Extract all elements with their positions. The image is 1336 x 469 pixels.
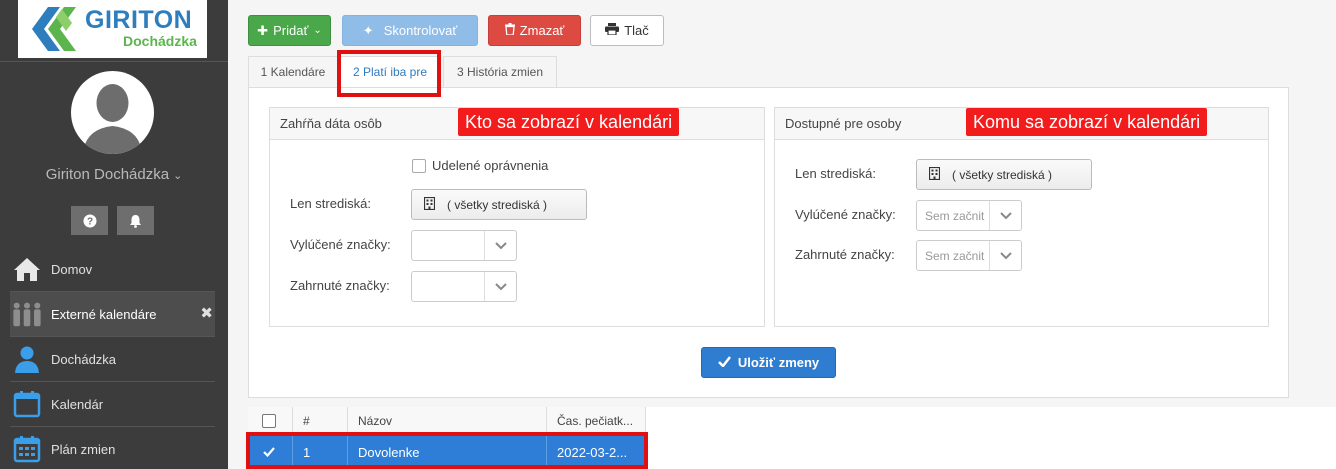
save-label: Uložiť zmeny bbox=[737, 355, 820, 370]
delete-button[interactable]: Zmazať bbox=[488, 15, 581, 46]
building-icon bbox=[928, 166, 941, 183]
included-tags-label: Zahrnuté značky: bbox=[795, 247, 895, 262]
plus-icon: ✚ bbox=[257, 22, 269, 38]
calendar-grid-icon bbox=[12, 434, 42, 464]
select-all-checkbox[interactable] bbox=[262, 414, 276, 428]
chevron-down-icon[interactable] bbox=[989, 201, 1021, 230]
add-label: Pridať bbox=[273, 23, 309, 38]
add-button[interactable]: ✚ Pridať ⌄ bbox=[248, 15, 331, 46]
sidebar-item-label: Externé kalendáre bbox=[51, 306, 157, 322]
sidebar-item-external-calendars[interactable]: Externé kalendáre ✖ bbox=[10, 292, 215, 337]
giriton-logo-icon bbox=[32, 7, 76, 51]
home-icon bbox=[12, 254, 42, 284]
chevron-down-icon[interactable] bbox=[484, 272, 516, 301]
granted-permissions-checkbox[interactable] bbox=[412, 159, 426, 173]
user-icon bbox=[12, 344, 42, 374]
centers-label: Len strediská: bbox=[795, 166, 876, 181]
sidebar: GIRITON Dochádzka Giriton Dochádzka ⌄ ? D… bbox=[0, 0, 228, 469]
centers-label: Len strediská: bbox=[290, 196, 371, 211]
excluded-tags-label: Vylúčené značky: bbox=[290, 237, 391, 252]
notifications-button[interactable] bbox=[117, 206, 154, 235]
svg-text:?: ? bbox=[86, 216, 92, 227]
user-menu[interactable]: Giriton Dochádzka ⌄ bbox=[0, 166, 228, 183]
question-icon: ? bbox=[83, 214, 96, 227]
sidebar-divider bbox=[0, 61, 228, 62]
excluded-tags-select[interactable]: Sem začnit bbox=[916, 200, 1022, 231]
centers-value: ( všetky strediská ) bbox=[447, 197, 548, 212]
calendar-icon bbox=[12, 389, 42, 419]
checkbox-label: Udelené oprávnenia bbox=[432, 158, 549, 173]
chevron-down-icon: ⌄ bbox=[313, 25, 322, 36]
included-tags-select[interactable] bbox=[411, 271, 517, 302]
building-icon bbox=[423, 196, 436, 213]
chevron-down-icon[interactable] bbox=[484, 231, 516, 260]
user-silhouette-icon bbox=[83, 84, 142, 154]
save-button[interactable]: Uložiť zmeny bbox=[701, 347, 836, 378]
logo-subtitle: Dochádzka bbox=[123, 33, 197, 49]
delete-label: Zmazať bbox=[519, 23, 565, 38]
magic-icon: ✦ bbox=[362, 22, 374, 38]
tab-change-history[interactable]: 3 História zmien bbox=[443, 56, 557, 88]
sidebar-item-label: Kalendár bbox=[51, 396, 104, 412]
app-logo[interactable]: GIRITON Dochádzka bbox=[18, 0, 207, 58]
excluded-tags-label: Vylúčené značky: bbox=[795, 207, 896, 222]
check-label: Skontrolovať bbox=[383, 23, 458, 38]
bell-icon bbox=[130, 214, 141, 228]
tab-label: 1 Kalendáre bbox=[260, 65, 326, 79]
sidebar-item-label: Dochádzka bbox=[51, 351, 117, 367]
annotation-label: Komu sa zobrazí v kalendári bbox=[966, 108, 1208, 136]
check-icon bbox=[717, 355, 731, 370]
sidebar-item-attendance[interactable]: Dochádzka bbox=[10, 337, 215, 382]
tab-label: 3 História zmien bbox=[456, 65, 544, 79]
sidebar-item-label: Plán zmien bbox=[51, 441, 116, 457]
excluded-tags-select[interactable] bbox=[411, 230, 517, 261]
excluded-tags-input[interactable]: Sem začnit bbox=[917, 209, 989, 223]
print-button[interactable]: Tlač bbox=[590, 15, 664, 46]
included-tags-select[interactable]: Sem začnit bbox=[916, 240, 1022, 271]
sidebar-item-label: Domov bbox=[51, 261, 93, 277]
included-tags-label: Zahrnuté značky: bbox=[290, 278, 390, 293]
sidebar-item-calendar[interactable]: Kalendár bbox=[10, 382, 215, 427]
centers-value: ( všetky strediská ) bbox=[952, 167, 1053, 182]
included-tags-input[interactable]: Sem začnit bbox=[917, 249, 989, 263]
avatar[interactable] bbox=[71, 71, 154, 154]
print-label: Tlač bbox=[624, 23, 649, 38]
tab-calendars[interactable]: 1 Kalendáre bbox=[248, 56, 338, 88]
trash-icon bbox=[504, 23, 515, 38]
centers-select-button[interactable]: ( všetky strediská ) bbox=[411, 189, 587, 220]
user-name: Giriton Dochádzka bbox=[45, 166, 170, 183]
main-content: ✚ Pridať ⌄ ✦ Skontrolovať Zmazať Tlač 1 … bbox=[228, 0, 1336, 469]
highlight-frame-row bbox=[246, 432, 648, 469]
people-icon bbox=[12, 299, 42, 329]
centers-select-button[interactable]: ( všetky strediská ) bbox=[916, 159, 1092, 190]
chevron-down-icon[interactable] bbox=[989, 241, 1021, 270]
sidebar-item-shift-plan[interactable]: Plán zmien bbox=[10, 427, 215, 469]
annotation-label: Kto sa zobrazí v kalendári bbox=[458, 108, 680, 136]
print-icon bbox=[605, 23, 620, 38]
logo-title: GIRITON bbox=[85, 6, 193, 34]
check-button[interactable]: ✦ Skontrolovať bbox=[342, 15, 478, 46]
sidebar-item-home[interactable]: Domov bbox=[10, 247, 215, 292]
chevron-down-icon: ⌄ bbox=[173, 170, 183, 182]
highlight-frame-tab bbox=[337, 50, 441, 97]
close-icon[interactable]: ✖ bbox=[200, 304, 213, 322]
help-button[interactable]: ? bbox=[71, 206, 108, 235]
